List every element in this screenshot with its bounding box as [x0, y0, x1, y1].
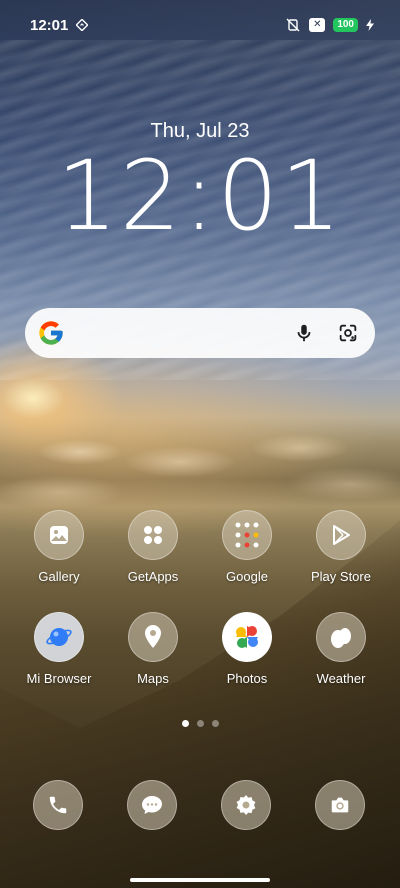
weather-icon — [316, 612, 366, 662]
app-maps[interactable]: Maps — [108, 612, 198, 686]
x-badge-icon: ✕ — [309, 18, 326, 32]
page-dot — [211, 720, 219, 727]
app-google-folder[interactable]: Google — [202, 510, 292, 584]
settings-icon[interactable] — [221, 780, 271, 830]
app-label: GetApps — [127, 569, 179, 584]
lens-camera-icon[interactable] — [337, 322, 359, 344]
phone-icon[interactable] — [33, 780, 83, 830]
page-dot — [196, 720, 204, 727]
page-indicator — [0, 720, 400, 727]
camera-icon[interactable] — [315, 780, 365, 830]
google-search-bar[interactable] — [25, 308, 375, 358]
wallpaper-cloud-sea — [0, 432, 400, 522]
lockscreen-clock: 12:01 — [56, 140, 344, 252]
app-label: Maps — [137, 671, 169, 686]
app-gallery[interactable]: Gallery — [14, 510, 104, 584]
status-time: 12:01 — [30, 16, 69, 34]
google-folder-icon — [222, 510, 272, 560]
app-getapps[interactable]: GetApps — [108, 510, 198, 584]
app-mi-browser[interactable]: Mi Browser — [14, 612, 104, 686]
gallery-icon — [34, 510, 84, 560]
app-label: Google — [226, 569, 268, 584]
charging-bolt-icon — [366, 19, 374, 31]
photos-icon — [222, 612, 272, 662]
status-bar: 12:01 ✕ 100 — [0, 0, 400, 50]
app-weather[interactable]: Weather — [296, 612, 386, 686]
app-label: Mi Browser — [26, 671, 92, 686]
app-play-store[interactable]: Play Store — [296, 510, 386, 584]
maps-icon — [128, 612, 178, 662]
microphone-icon[interactable] — [293, 322, 315, 344]
page-dot-active — [181, 720, 189, 727]
battery-icon: 100 — [333, 18, 358, 32]
play-store-icon — [316, 510, 366, 560]
home-indicator[interactable] — [130, 878, 270, 882]
messages-icon[interactable] — [127, 780, 177, 830]
navigation-diamond-icon — [76, 19, 89, 31]
app-label: Gallery — [38, 569, 80, 584]
app-label: Play Store — [311, 569, 371, 584]
app-photos[interactable]: Photos — [202, 612, 292, 686]
mute-vibrate-icon — [286, 18, 300, 32]
getapps-icon — [128, 510, 178, 560]
app-label: Photos — [226, 671, 268, 686]
google-g-icon — [39, 321, 63, 345]
mi-browser-icon — [34, 612, 84, 662]
app-label: Weather — [316, 671, 366, 686]
